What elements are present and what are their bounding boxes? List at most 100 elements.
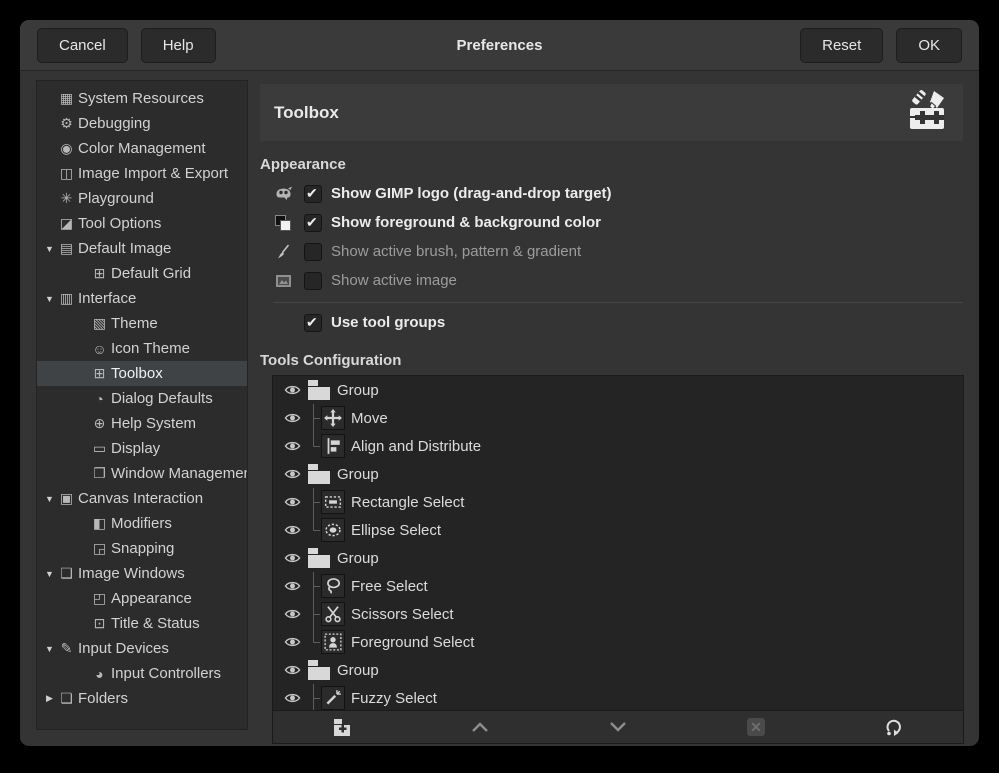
tools-tree-toolbar: ✕ xyxy=(272,711,964,744)
visibility-toggle[interactable] xyxy=(282,552,302,564)
sidebar-item-default-image[interactable]: ▼ ▤ Default Image xyxy=(37,236,247,261)
tool-label: Group xyxy=(337,382,379,399)
use-tool-groups-checkbox[interactable] xyxy=(304,314,322,332)
section-separator xyxy=(273,302,963,303)
sidebar-item-tool-options[interactable]: ◪ Tool Options xyxy=(37,211,247,236)
option-show-active-brush: Show active brush, pattern & gradient xyxy=(260,237,963,266)
show-active-image-checkbox[interactable] xyxy=(304,272,322,290)
expander-arrow-icon[interactable]: ▶ xyxy=(42,693,57,704)
visibility-toggle[interactable] xyxy=(282,468,302,480)
category-label: Snapping xyxy=(111,540,174,557)
folder-icon xyxy=(307,379,331,401)
visibility-toggle[interactable] xyxy=(282,636,302,648)
sidebar-item-debugging[interactable]: ⚙ Debugging xyxy=(37,111,247,136)
category-label: Icon Theme xyxy=(111,340,190,357)
default-grid-icon: ⊞ xyxy=(90,265,109,282)
sidebar-item-toolbox[interactable]: ⊞ Toolbox xyxy=(37,361,247,386)
tool-row-scissors-select[interactable]: Scissors Select xyxy=(273,600,963,628)
lower-item-button[interactable] xyxy=(549,711,687,743)
cancel-button[interactable]: Cancel xyxy=(37,28,128,63)
help-button[interactable]: Help xyxy=(141,28,216,63)
sidebar-item-display[interactable]: ▭ Display xyxy=(37,436,247,461)
show-active-brush-checkbox[interactable] xyxy=(304,243,322,261)
tool-label: Move xyxy=(351,410,388,427)
tool-row-foreground-select[interactable]: Foreground Select xyxy=(273,628,963,656)
visibility-toggle[interactable] xyxy=(282,608,302,620)
playground-icon: ✳ xyxy=(57,190,76,207)
reset-button[interactable]: Reset xyxy=(800,28,883,63)
foreground-select-icon xyxy=(321,630,345,654)
option-show-fg-bg-color: Show foreground & background color xyxy=(260,208,963,237)
tool-row-group[interactable]: Group xyxy=(273,376,963,404)
sidebar-item-title-status[interactable]: ⊡ Title & Status xyxy=(37,611,247,636)
sidebar-item-default-grid[interactable]: ⊞ Default Grid xyxy=(37,261,247,286)
visibility-toggle[interactable] xyxy=(282,524,302,536)
sidebar-item-folders[interactable]: ▶ ❏ Folders xyxy=(37,686,247,711)
tools-tree: Group Move Align and Distribute xyxy=(272,375,964,711)
tool-row-fuzzy-select[interactable]: Fuzzy Select xyxy=(273,684,963,711)
delete-item-button[interactable]: ✕ xyxy=(687,711,825,743)
sidebar-item-image-import-export[interactable]: ◫ Image Import & Export xyxy=(37,161,247,186)
sidebar-item-snapping[interactable]: ◲ Snapping xyxy=(37,536,247,561)
sidebar-item-input-devices[interactable]: ▼ ✎ Input Devices xyxy=(37,636,247,661)
visibility-toggle[interactable] xyxy=(282,412,302,424)
group-folder-icon xyxy=(307,659,331,681)
sidebar-item-image-windows[interactable]: ▼ ❑ Image Windows xyxy=(37,561,247,586)
option-label: Show active image xyxy=(331,272,457,289)
sidebar-item-color-management[interactable]: ◉ Color Management xyxy=(37,136,247,161)
expander-arrow-icon[interactable]: ▼ xyxy=(42,569,57,579)
tool-row-rectangle-select[interactable]: Rectangle Select xyxy=(273,488,963,516)
move-icon xyxy=(321,406,345,430)
tool-row-group[interactable]: Group xyxy=(273,544,963,572)
ok-button[interactable]: OK xyxy=(896,28,962,63)
visibility-toggle[interactable] xyxy=(282,496,302,508)
sidebar-item-icon-theme[interactable]: ☺ Icon Theme xyxy=(37,336,247,361)
expander-arrow-icon[interactable]: ▼ xyxy=(42,494,57,504)
sidebar-item-window-management[interactable]: ❐ Window Management xyxy=(37,461,247,486)
sidebar-item-system-resources[interactable]: ▦ System Resources xyxy=(37,86,247,111)
sidebar-item-canvas-interaction[interactable]: ▼ ▣ Canvas Interaction xyxy=(37,486,247,511)
category-label: Theme xyxy=(111,315,158,332)
category-label: Input Controllers xyxy=(111,665,221,682)
window-management-icon: ❐ xyxy=(90,465,109,482)
sidebar-item-appearance[interactable]: ◰ Appearance xyxy=(37,586,247,611)
sidebar-item-input-controllers[interactable]: ◕ Input Controllers xyxy=(37,661,247,686)
tool-label: Foreground Select xyxy=(351,634,474,651)
visibility-toggle[interactable] xyxy=(282,440,302,452)
category-label: Modifiers xyxy=(111,515,172,532)
sidebar-item-interface[interactable]: ▼ ▥ Interface xyxy=(37,286,247,311)
expander-arrow-icon[interactable]: ▼ xyxy=(42,244,57,254)
show-gimp-logo-checkbox[interactable] xyxy=(304,185,322,203)
expander-arrow-icon[interactable]: ▼ xyxy=(42,294,57,304)
tree-connector xyxy=(306,572,321,600)
debugging-icon: ⚙ xyxy=(57,115,76,132)
title-status-icon: ⊡ xyxy=(90,615,109,632)
sidebar-item-help-system[interactable]: ⊕ Help System xyxy=(37,411,247,436)
tool-row-free-select[interactable]: Free Select xyxy=(273,572,963,600)
expander-arrow-icon[interactable]: ▼ xyxy=(42,644,57,654)
sidebar-item-dialog-defaults[interactable]: ◔ Dialog Defaults xyxy=(37,386,247,411)
tool-row-ellipse-select[interactable]: Ellipse Select xyxy=(273,516,963,544)
sidebar-item-modifiers[interactable]: ◧ Modifiers xyxy=(37,511,247,536)
gimp-wilber-icon xyxy=(273,186,293,201)
visibility-toggle[interactable] xyxy=(282,580,302,592)
tool-row-move[interactable]: Move xyxy=(273,404,963,432)
tree-connector xyxy=(306,600,321,628)
visibility-toggle[interactable] xyxy=(282,692,302,704)
tool-row-group[interactable]: Group xyxy=(273,460,963,488)
tool-row-group[interactable]: Group xyxy=(273,656,963,684)
tool-row-align-and-distribute[interactable]: Align and Distribute xyxy=(273,432,963,460)
reset-order-button[interactable] xyxy=(825,711,963,743)
category-label: Canvas Interaction xyxy=(78,490,203,507)
raise-item-button[interactable] xyxy=(411,711,549,743)
visibility-toggle[interactable] xyxy=(282,384,302,396)
group-folder-icon xyxy=(307,379,331,401)
show-fg-bg-color-checkbox[interactable] xyxy=(304,214,322,232)
new-group-button[interactable] xyxy=(273,711,411,743)
category-label: Folders xyxy=(78,690,128,707)
visibility-toggle[interactable] xyxy=(282,664,302,676)
tool-label: Group xyxy=(337,662,379,679)
option-show-active-image: Show active image xyxy=(260,266,963,295)
sidebar-item-theme[interactable]: ▧ Theme xyxy=(37,311,247,336)
sidebar-item-playground[interactable]: ✳ Playground xyxy=(37,186,247,211)
